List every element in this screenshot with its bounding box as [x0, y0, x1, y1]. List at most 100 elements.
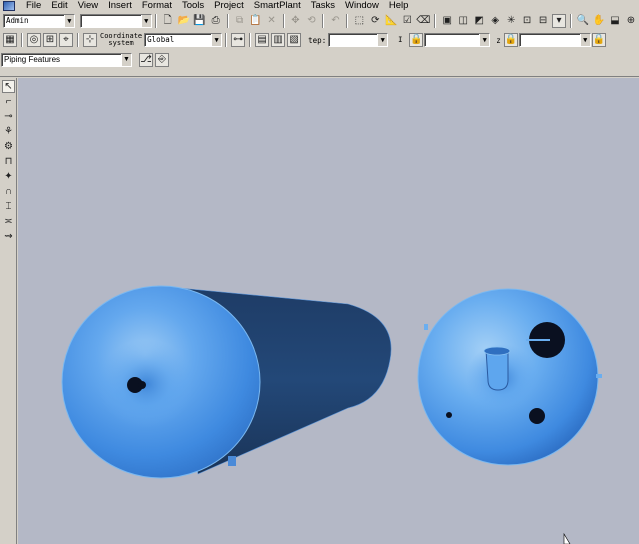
task-option-1-icon[interactable]: ⎇	[139, 52, 153, 67]
view-iso-icon[interactable]: ◈	[488, 14, 502, 28]
menu-tools[interactable]: Tools	[177, 0, 209, 11]
insert-bend-icon[interactable]: ∩	[2, 185, 15, 198]
undo-icon[interactable]: ↶	[328, 14, 342, 28]
measure-icon[interactable]: 📐	[384, 14, 398, 28]
graphic-view[interactable]	[18, 78, 639, 544]
user-combo[interactable]: Admin ▼	[3, 14, 75, 28]
rotate-icon[interactable]: ⟲	[304, 14, 318, 28]
insert-support-icon[interactable]: ✦	[2, 170, 15, 183]
view-rotate-icon[interactable]: ✳	[504, 14, 518, 28]
insert-feature-icon[interactable]: ⌶	[2, 200, 15, 213]
coordinate-x-combo[interactable]: ▼	[424, 33, 491, 47]
workpoint-icon[interactable]: ⊞	[43, 33, 57, 47]
properties-icon[interactable]: ☑	[400, 14, 414, 28]
task-combo[interactable]: Piping Features ▼	[1, 52, 132, 67]
menu-window[interactable]: Window	[340, 0, 384, 11]
plane-front-icon[interactable]: ▤	[255, 33, 270, 47]
save-icon[interactable]: 💾	[193, 14, 207, 28]
coordinate-toolbar: ▦ ◎ ⊞ ⌖ ⊹ Coordinate system Global ▼ ⊶ ▤…	[0, 31, 639, 49]
insert-component-icon[interactable]: ⊸	[2, 110, 15, 123]
select-icon[interactable]: ⬚	[352, 14, 366, 28]
menu-insert[interactable]: Insert	[103, 0, 137, 11]
view-top-icon[interactable]: ◫	[456, 14, 470, 28]
horizontal-vessel[interactable]	[61, 285, 392, 479]
elbow-nozzle-rim	[483, 346, 511, 356]
menu-edit[interactable]: Edit	[46, 0, 72, 11]
fit-icon[interactable]: ⊡	[520, 14, 534, 28]
chevron-down-icon[interactable]: ▼	[140, 15, 151, 27]
toolbar-separator	[346, 14, 349, 28]
zoom-icon[interactable]: 🔍	[576, 14, 590, 28]
refresh-icon[interactable]: ⟳	[368, 14, 382, 28]
chevron-down-icon[interactable]: ▼	[579, 34, 590, 46]
coordinate-system-value: Global	[147, 35, 175, 44]
tiny-nozzle[interactable]	[446, 412, 452, 418]
connect-icon[interactable]: ⇝	[2, 230, 15, 243]
move-icon[interactable]: ✥	[289, 14, 303, 28]
view-right-icon[interactable]: ◩	[472, 14, 486, 28]
coordinate-system-icon[interactable]: ⊹	[83, 33, 97, 47]
filter-combo[interactable]: ▼	[79, 14, 152, 28]
task-combo-value: Piping Features	[4, 54, 61, 64]
pointer-icon[interactable]: ↖	[2, 80, 15, 93]
print-icon[interactable]: ⎙	[209, 14, 223, 28]
lock-x-icon[interactable]: ɪ	[393, 33, 407, 47]
chevron-down-icon[interactable]: ▼	[377, 34, 388, 46]
menu-help[interactable]: Help	[384, 0, 414, 11]
menu-file[interactable]: File	[21, 0, 46, 11]
orbit-icon[interactable]: ⊕	[624, 14, 638, 28]
menu-tasks[interactable]: Tasks	[306, 0, 340, 11]
vessel-saddle	[228, 456, 236, 466]
plane-top-icon[interactable]: ▥	[271, 33, 286, 47]
zoom-area-icon[interactable]: ⬓	[608, 14, 622, 28]
task-toolbar: Piping Features ▼ ⎇ ⎆	[0, 51, 639, 68]
copy-icon[interactable]: ⧉	[233, 14, 247, 28]
coordinate-z-combo[interactable]: ▼	[518, 33, 591, 47]
mouse-cursor-icon	[563, 532, 571, 544]
toolbar-separator	[322, 14, 325, 28]
chevron-down-icon[interactable]: ▼	[121, 53, 131, 66]
split-icon[interactable]: ≍	[2, 215, 15, 228]
toolbar-separator	[154, 14, 157, 28]
menu-project[interactable]: Project	[209, 0, 249, 11]
left-tool-palette: ↖ ⌐ ⊸ ⚘ ⚙ ⊓ ✦ ∩ ⌶ ≍ ⇝	[0, 78, 17, 544]
pan-icon[interactable]: ✋	[592, 14, 606, 28]
menu-smartplant[interactable]: SmartPlant	[249, 0, 306, 11]
toolbar-separator	[77, 33, 79, 47]
lock-icon[interactable]: 🔒	[409, 33, 424, 47]
chevron-down-icon[interactable]: ▼	[479, 34, 490, 46]
lug-left	[424, 324, 428, 330]
chevron-down-icon[interactable]: ▼	[211, 34, 222, 46]
delete-icon[interactable]: ✕	[265, 14, 279, 28]
eraser-icon[interactable]: ⌫	[416, 14, 430, 28]
main-toolbar: Admin ▼ ▼ 🗋 📂 💾 ⎙ ⧉ 📋 ✕ ✥ ⟲ ↶ ⬚ ⟳ 📐 ☑ ⌫ …	[0, 12, 639, 30]
target-icon[interactable]: ◎	[27, 33, 41, 47]
paste-icon[interactable]: 📋	[249, 14, 263, 28]
menu-view[interactable]: View	[73, 0, 103, 11]
vertical-vessel[interactable]	[417, 288, 602, 466]
insert-tap-icon[interactable]: ⊓	[2, 155, 15, 168]
plane-side-icon[interactable]: ▧	[287, 33, 302, 47]
elbow-nozzle[interactable]	[485, 349, 509, 391]
lock-extra-icon[interactable]: 🔒	[591, 33, 606, 47]
step-combo[interactable]: ▼	[328, 33, 389, 47]
route-pipe-icon[interactable]: ⌐	[2, 95, 15, 108]
small-nozzle[interactable]	[529, 408, 545, 424]
insert-instrument-icon[interactable]: ⚘	[2, 125, 15, 138]
new-icon[interactable]: 🗋	[161, 14, 175, 28]
axis-icon[interactable]: ⊶	[231, 33, 246, 47]
view-front-icon[interactable]: ▣	[440, 14, 454, 28]
coordinate-system-combo[interactable]: Global ▼	[144, 33, 223, 47]
chevron-down-icon[interactable]: ▼	[63, 15, 74, 27]
insert-specialty-icon[interactable]: ⚙	[2, 140, 15, 153]
open-icon[interactable]: 📂	[177, 14, 191, 28]
task-option-2-icon[interactable]: ⎆	[155, 52, 169, 67]
menu-format[interactable]: Format	[137, 0, 177, 11]
grid-icon[interactable]: ▦	[3, 33, 17, 47]
layers-icon[interactable]: ▾	[552, 14, 567, 28]
app-icon[interactable]	[3, 0, 15, 11]
clip-icon[interactable]: ⊟	[536, 14, 550, 28]
pinpoint-icon[interactable]: ⌖	[59, 33, 73, 47]
lock-z-icon[interactable]: 🔒	[503, 33, 518, 47]
toolbar-separator	[226, 14, 229, 28]
